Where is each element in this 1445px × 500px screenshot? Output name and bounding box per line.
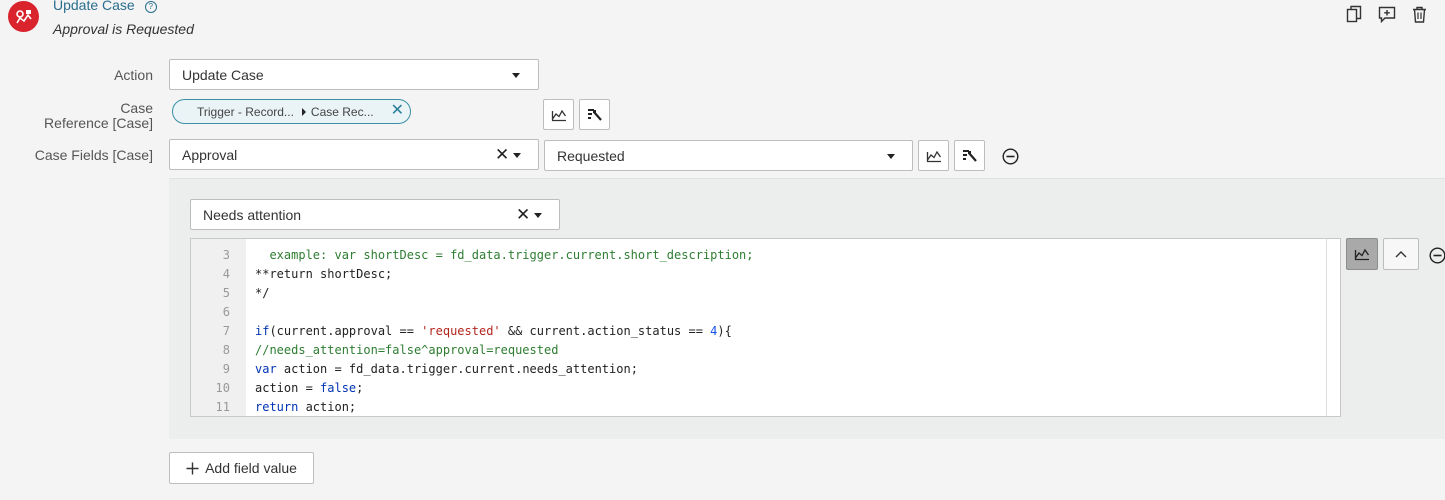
case-field-value: Requested	[557, 147, 625, 164]
code-line: 11 return action;	[215, 400, 357, 414]
code-line: 8//needs_attention=false^approval=reques…	[222, 343, 559, 357]
step-subtitle: Approval is Requested	[53, 21, 194, 37]
magic-wand-icon	[962, 149, 977, 162]
case-field-name-value: Approval	[182, 146, 238, 163]
code-line: 9 var action = fd_data.trigger.current.ne…	[222, 362, 638, 376]
clear-icon[interactable]: ✕	[516, 206, 530, 223]
copy-icon[interactable]	[1344, 4, 1364, 24]
help-icon[interactable]: ?	[144, 1, 157, 13]
code-line: 6	[222, 305, 230, 319]
script-icon	[1354, 248, 1370, 261]
value-transform-button[interactable]	[954, 140, 985, 171]
case-fields-label: Case Fields [Case]	[34, 147, 153, 163]
add-field-value-button[interactable]: Add field value	[169, 452, 314, 484]
code-line: 10 action = false;	[215, 381, 364, 395]
add-comment-icon[interactable]	[1377, 4, 1397, 24]
transform-button[interactable]	[579, 99, 610, 130]
collapse-button[interactable]	[1383, 238, 1419, 270]
case-reference-label: Case Reference [Case]	[44, 100, 153, 131]
plus-icon	[186, 462, 199, 474]
pill-case-segment[interactable]: Case Rec...	[311, 105, 374, 119]
case-field-value-select[interactable]: Requested	[544, 140, 913, 171]
data-pill-picker-button[interactable]	[543, 99, 574, 130]
action-label: Action	[114, 67, 153, 83]
code-line: 12}	[191, 398, 1321, 416]
case-field-name-select[interactable]: Approval ✕	[169, 139, 539, 170]
chevron-down-icon[interactable]	[534, 213, 542, 218]
chevron-up-icon	[1395, 251, 1407, 258]
script-icon	[926, 150, 941, 162]
chevron-down-icon[interactable]	[513, 153, 521, 158]
script-editor[interactable]: 3 example: var shortDesc = fd_data.trigg…	[190, 238, 1341, 417]
script-icon	[551, 109, 566, 121]
code-line: 5 */	[222, 286, 270, 300]
flow-action-icon	[8, 1, 39, 32]
clear-icon[interactable]: ✕	[495, 146, 509, 163]
trash-icon[interactable]	[1409, 4, 1429, 24]
case-reference-pill[interactable]: Trigger - Record... Case Rec... ✕	[172, 99, 411, 124]
value-script-button[interactable]	[918, 140, 949, 171]
condition-select[interactable]: Needs attention ✕	[190, 199, 560, 230]
chevron-down-icon	[887, 154, 895, 159]
script-toggle-button[interactable]	[1346, 238, 1378, 270]
pill-trigger-segment[interactable]: Trigger - Record...	[197, 105, 294, 119]
action-select-value: Update Case	[182, 66, 264, 83]
pill-remove-icon[interactable]: ✕	[391, 103, 404, 119]
chevron-down-icon	[512, 73, 520, 78]
remove-script-icon[interactable]	[1429, 247, 1445, 264]
step-title[interactable]: Update Case?	[53, 0, 157, 13]
action-select[interactable]: Update Case	[169, 59, 539, 90]
remove-field-icon[interactable]	[1002, 148, 1019, 165]
pill-arrow-icon	[301, 107, 306, 116]
add-field-value-label: Add field value	[205, 460, 297, 476]
magic-wand-icon	[587, 108, 602, 121]
code-line: 7 if(current.approval == 'requested' && c…	[222, 324, 732, 338]
editor-scrollbar[interactable]	[1326, 239, 1340, 416]
code-line: 3 example: var shortDesc = fd_data.trigg…	[222, 248, 754, 262]
code-line: 4 **return shortDesc;	[222, 267, 393, 281]
condition-select-value: Needs attention	[203, 206, 302, 223]
